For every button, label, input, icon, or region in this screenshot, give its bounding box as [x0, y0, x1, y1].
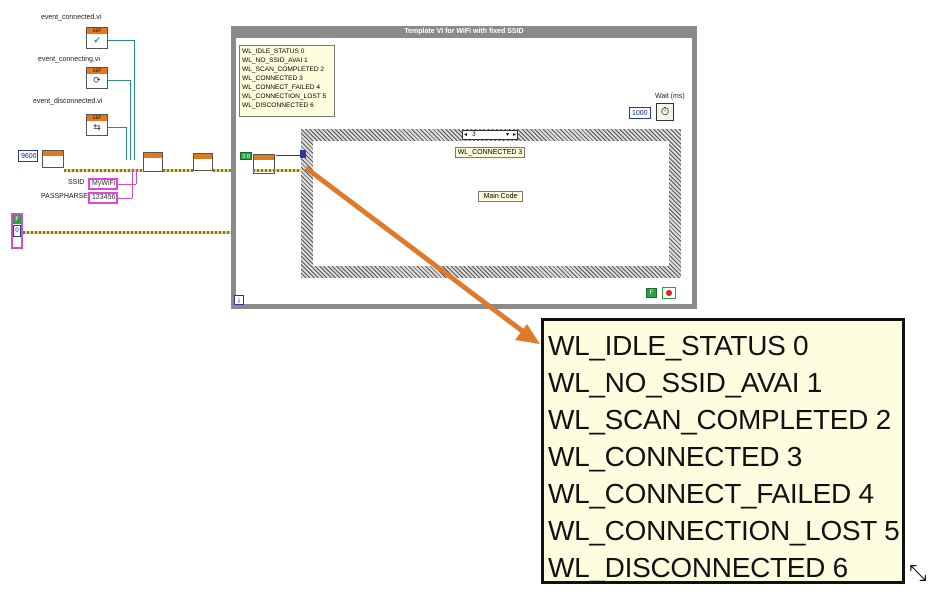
status-note-zoomed: WL_IDLE_STATUS 0 WL_NO_SSID_AVAI 1 WL_SC… — [541, 318, 905, 584]
status-zoom-2: WL_SCAN_COMPLETED 2 — [548, 404, 891, 435]
status-zoom-4: WL_CONNECT_FAILED 4 — [548, 478, 874, 509]
status-zoom-1: WL_NO_SSID_AVAI 1 — [548, 367, 822, 398]
resize-icon[interactable]: ⤡ — [909, 562, 933, 586]
status-zoom-3: WL_CONNECTED 3 — [548, 441, 803, 472]
arrow-shaft — [304, 166, 527, 335]
status-zoom-6: WL_DISCONNECTED 6 — [548, 552, 848, 583]
status-zoom-5: WL_CONNECTION_LOST 5 — [548, 515, 900, 546]
status-zoom-0: WL_IDLE_STATUS 0 — [548, 330, 809, 361]
